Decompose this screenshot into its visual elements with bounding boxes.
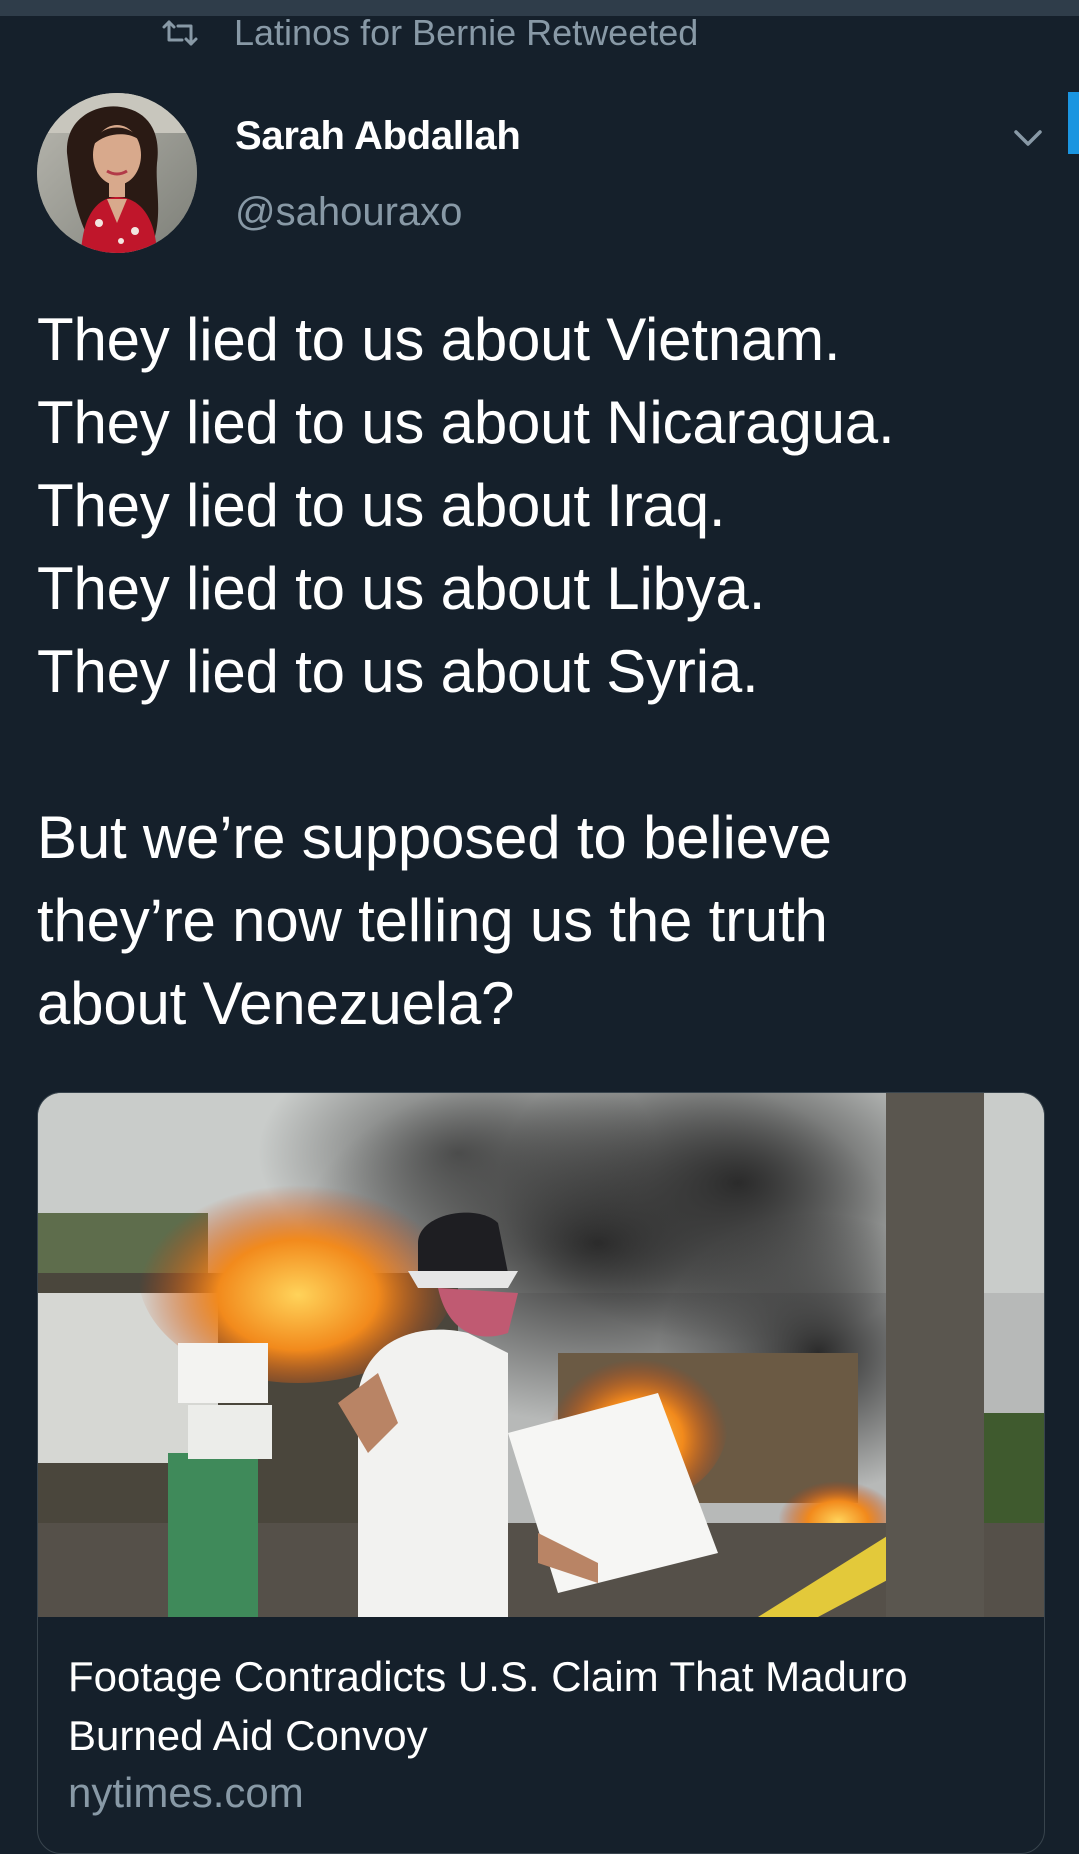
link-card-title-line: Footage Contradicts U.S. Claim That Madu… [68,1653,908,1700]
tweet-line: they’re now telling us the truth [37,887,828,954]
author-handle[interactable]: @sahouraxo [235,190,462,235]
retweet-label: Latinos for Bernie Retweeted [234,12,699,53]
tweet-line: They lied to us about Libya. [37,555,766,622]
tweet-line: They lied to us about Vietnam. [37,306,841,373]
retweet-context[interactable]: Latinos for Bernie Retweeted [160,10,698,56]
tweet-line: about Venezuela? [37,970,515,1037]
tweet-line: But we’re supposed to believe [37,804,832,871]
tweet-line: They lied to us about Nicaragua. [37,389,895,456]
link-card-domain: nytimes.com [68,1769,304,1816]
tweet-line: They lied to us about Iraq. [37,472,726,539]
author-display-name[interactable]: Sarah Abdallah [235,114,521,159]
retweet-icon [162,20,198,46]
tweet-line: They lied to us about Syria. [37,638,759,705]
avatar[interactable] [37,93,197,253]
link-card-title-line: Burned Aid Convoy [68,1712,428,1759]
avatar-photo [37,93,197,253]
tweet-text: They lied to us about Vietnam. They lied… [37,298,1057,1045]
scroll-indicator [1068,92,1079,154]
link-card-title[interactable]: Footage Contradicts U.S. Claim That Madu… [68,1647,1008,1765]
link-card-image [38,1093,1044,1617]
chevron-down-icon[interactable] [1008,122,1048,154]
link-card[interactable]: Footage Contradicts U.S. Claim That Madu… [37,1092,1045,1854]
